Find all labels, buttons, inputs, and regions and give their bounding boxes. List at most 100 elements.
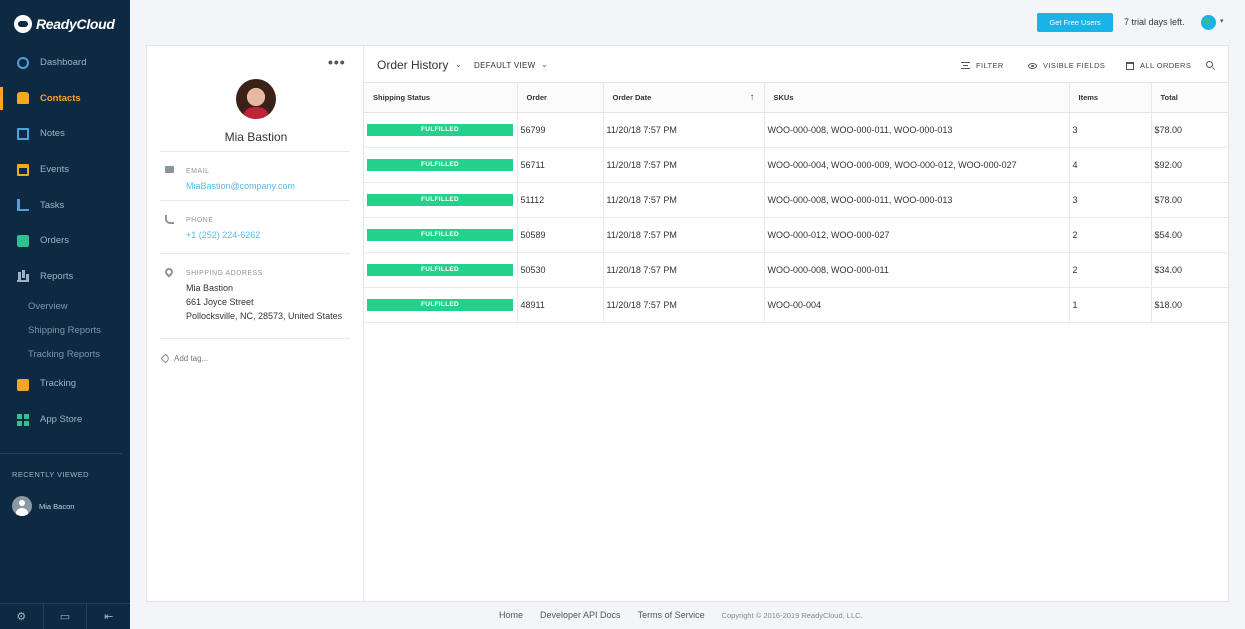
email-link[interactable]: MiaBastion@company.com (186, 181, 295, 191)
get-free-users-button[interactable]: Get Free Users (1037, 13, 1113, 32)
order-number-cell: 56711 (517, 147, 604, 183)
table-row[interactable]: FULFILLED 50589 11/20/18 7:57 PM WOO-000… (364, 217, 1228, 253)
sidebar-item-label: Events (40, 164, 70, 176)
items-cell: 2 (1069, 217, 1152, 253)
footer-link-developer-api-docs[interactable]: Developer API Docs (540, 610, 621, 620)
sidebar-item-label: Dashboard (40, 57, 87, 69)
recent-contact-item[interactable]: Mia Bacon (12, 496, 74, 516)
sidebar-item-app-store[interactable]: App Store (0, 402, 130, 438)
orders-table: Shipping Status Order Order Date ↑ SKUs … (364, 83, 1228, 323)
items-cell: 2 (1069, 252, 1152, 288)
account-globe-icon[interactable] (1201, 15, 1216, 30)
sort-ascending-icon[interactable]: ↑ (750, 92, 755, 103)
visible-fields-label: VISIBLE FIELDS (1043, 61, 1106, 70)
readycloud-logo-icon (14, 15, 32, 33)
divider (160, 151, 350, 152)
sidebar-nav: Dashboard Contacts Notes Events Tasks Or… (0, 45, 130, 437)
column-header-shipping-status[interactable]: Shipping Status (364, 83, 518, 113)
orders-icon (17, 234, 29, 247)
phone-link[interactable]: +1 (252) 224-6262 (186, 230, 260, 240)
order-number-cell: 56799 (517, 112, 604, 148)
avatar (12, 496, 32, 516)
chevron-down-icon[interactable]: ⌄ (541, 60, 548, 69)
sidebar-item-tasks[interactable]: Tasks (0, 187, 130, 223)
tasks-icon (17, 199, 29, 212)
order-number-cell: 48911 (517, 287, 604, 323)
column-header-order[interactable]: Order (517, 83, 604, 113)
total-cell: $18.00 (1151, 287, 1228, 323)
table-row[interactable]: FULFILLED 51112 11/20/18 7:57 PM WOO-000… (364, 182, 1228, 218)
all-orders-button[interactable]: ALL ORDERS (1126, 61, 1191, 70)
divider (160, 338, 350, 339)
order-date-cell: 11/20/18 7:57 PM (603, 182, 765, 218)
sidebar-item-label: Tasks (40, 199, 65, 211)
filter-button[interactable]: FILTER (961, 61, 1004, 70)
phone-label: PHONE (186, 217, 214, 224)
account-menu-caret[interactable]: ▾ (1220, 17, 1224, 25)
collapse-sidebar-icon[interactable]: ⇤ (87, 604, 130, 629)
address-line: Pollocksville, NC, 28573, United States (186, 311, 343, 321)
sidebar-subitem-tracking-reports[interactable]: Tracking Reports (0, 342, 130, 366)
skus-cell: WOO-000-004, WOO-000-009, WOO-000-012, W… (764, 147, 1070, 183)
sidebar-item-contacts[interactable]: Contacts (0, 81, 130, 117)
table-row[interactable]: FULFILLED 56711 11/20/18 7:57 PM WOO-000… (364, 147, 1228, 183)
address-line: 661 Joyce Street (186, 297, 254, 307)
order-number-cell: 50530 (517, 252, 604, 288)
table-row[interactable]: FULFILLED 48911 11/20/18 7:57 PM WOO-00-… (364, 287, 1228, 323)
dashboard-icon (17, 56, 29, 69)
keyboard-icon[interactable]: ▭ (44, 604, 88, 629)
notes-icon (17, 127, 29, 140)
contact-panel: ••• Mia Bastion EMAIL MiaBastion@company… (146, 45, 364, 602)
order-date-cell: 11/20/18 7:57 PM (603, 112, 765, 148)
chevron-down-icon[interactable]: ⌄ (455, 60, 462, 69)
address-line: Mia Bastion (186, 283, 234, 293)
footer: Home Developer API Docs Terms of Service… (499, 610, 863, 620)
sidebar-subitem-shipping-reports[interactable]: Shipping Reports (0, 318, 130, 342)
view-selector[interactable]: DEFAULT VIEW (474, 61, 536, 70)
items-cell: 4 (1069, 147, 1152, 183)
footer-link-home[interactable]: Home (499, 610, 523, 620)
table-row[interactable]: FULFILLED 50530 11/20/18 7:57 PM WOO-000… (364, 252, 1228, 288)
sidebar-subitem-overview[interactable]: Overview (0, 294, 130, 318)
column-header-items[interactable]: Items (1069, 83, 1152, 113)
skus-cell: WOO-000-008, WOO-000-011, WOO-000-013 (764, 182, 1070, 218)
sidebar-item-notes[interactable]: Notes (0, 116, 130, 152)
sidebar-item-dashboard[interactable]: Dashboard (0, 45, 130, 81)
column-header-order-date[interactable]: Order Date ↑ (603, 83, 765, 113)
recently-viewed-title: RECENTLY VIEWED (12, 470, 89, 479)
sidebar: ReadyCloud Dashboard Contacts Notes Even… (0, 0, 130, 629)
order-date-cell: 11/20/18 7:57 PM (603, 147, 765, 183)
visible-fields-button[interactable]: VISIBLE FIELDS (1028, 61, 1105, 70)
divider (160, 200, 350, 201)
skus-cell: WOO-000-012, WOO-000-027 (764, 217, 1070, 253)
add-tag-button[interactable]: Add tag... (160, 353, 209, 364)
skus-cell: WOO-000-008, WOO-000-011 (764, 252, 1070, 288)
sidebar-item-orders[interactable]: Orders (0, 223, 130, 259)
trial-days-text: 7 trial days left. (1124, 17, 1185, 27)
gear-icon[interactable]: ⚙ (0, 604, 44, 629)
status-badge: FULFILLED (367, 194, 513, 206)
app-logo[interactable]: ReadyCloud (14, 15, 115, 33)
total-cell: $78.00 (1151, 182, 1228, 218)
order-history-panel: Order History ⌄ DEFAULT VIEW ⌄ FILTER VI… (363, 45, 1229, 602)
column-header-total[interactable]: Total (1151, 83, 1228, 113)
order-history-header: Order History ⌄ DEFAULT VIEW ⌄ FILTER VI… (364, 46, 1228, 83)
add-tag-label: Add tag... (174, 354, 209, 363)
status-badge: FULFILLED (367, 299, 513, 311)
column-header-skus[interactable]: SKUs (764, 83, 1070, 113)
app-store-icon (17, 413, 29, 426)
order-history-title[interactable]: Order History (377, 58, 448, 72)
shipping-address-label: SHIPPING ADDRESS (186, 270, 263, 277)
divider (160, 253, 350, 254)
table-row[interactable]: FULFILLED 56799 11/20/18 7:57 PM WOO-000… (364, 112, 1228, 148)
more-options-icon[interactable]: ••• (328, 54, 346, 70)
app-name: ReadyCloud (36, 16, 115, 32)
order-date-cell: 11/20/18 7:57 PM (603, 287, 765, 323)
sidebar-divider (0, 453, 122, 454)
items-cell: 3 (1069, 182, 1152, 218)
sidebar-item-tracking[interactable]: Tracking (0, 366, 130, 402)
footer-link-terms-of-service[interactable]: Terms of Service (638, 610, 705, 620)
search-icon[interactable] (1206, 61, 1213, 68)
sidebar-item-reports[interactable]: Reports (0, 259, 130, 295)
sidebar-item-events[interactable]: Events (0, 152, 130, 188)
